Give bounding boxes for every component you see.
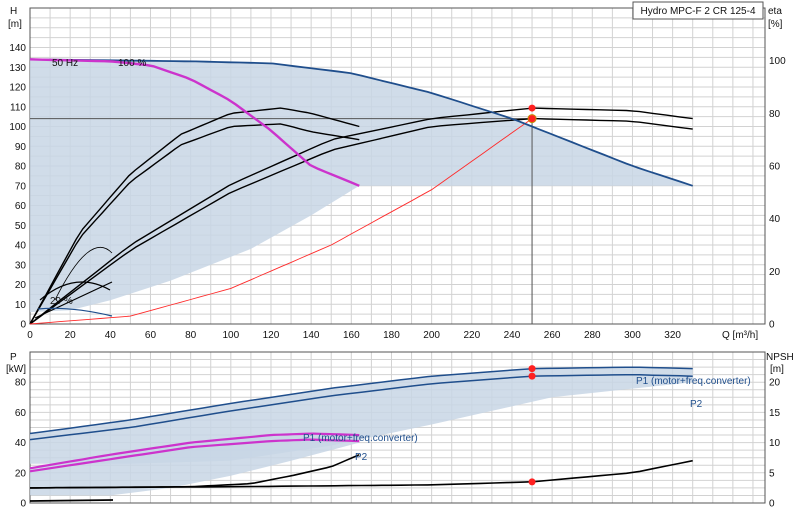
q-x-tick-label: 220: [463, 330, 480, 341]
npsh-point-marker: [528, 478, 536, 486]
efficiency-point-marker: [528, 104, 536, 112]
eta-y-tick-label: 20: [769, 267, 781, 278]
eta-y-tick-label: 100: [769, 56, 786, 67]
power-y-tick-label: 20: [15, 468, 27, 479]
npsh-y-tick-label: 0: [769, 499, 775, 510]
head-y-tick-label: 0: [20, 320, 26, 331]
q-x-tick-label: 160: [343, 330, 360, 341]
head-y-tick-label: 60: [15, 201, 27, 212]
efficiency-point-marker: [528, 115, 536, 123]
eta-y-tick-label: 60: [769, 162, 781, 173]
head-y-tick-label: 120: [9, 83, 26, 94]
head-y-tick-label: 130: [9, 63, 26, 74]
eta-y-tick-label: 0: [769, 320, 775, 331]
q-x-tick-label: 200: [423, 330, 440, 341]
frequency-label: 50 Hz: [52, 58, 78, 69]
q-x-tick-label: 180: [383, 330, 400, 341]
p1-one-pump-label: P1 (motor+freq.converter): [303, 433, 418, 444]
power-y-tick-label: 80: [15, 378, 27, 389]
q-x-tick-label: 260: [544, 330, 561, 341]
q-x-tick-label: 140: [303, 330, 320, 341]
q-x-tick-label: 0: [27, 330, 33, 341]
power-axis-unit: [kW]: [6, 364, 26, 375]
q-axis-label: Q [m³/h]: [722, 330, 758, 341]
eta-axis-unit: [%]: [768, 19, 783, 30]
power-y-tick-label: 40: [15, 438, 27, 449]
power-point-marker: [528, 372, 536, 380]
q-x-tick-label: 120: [263, 330, 280, 341]
eta-y-tick-label: 80: [769, 109, 781, 120]
head-y-tick-label: 110: [10, 102, 26, 113]
q-x-tick-label: 80: [185, 330, 197, 341]
head-y-tick-label: 40: [15, 241, 27, 252]
eta-axis-label: eta: [768, 6, 782, 17]
npsh-y-tick-label: 10: [769, 438, 781, 449]
q-x-tick-label: 300: [624, 330, 641, 341]
npsh-y-tick-label: 5: [769, 468, 775, 479]
q-x-tick-label: 60: [145, 330, 157, 341]
head-y-tick-label: 90: [15, 142, 27, 153]
power-y-tick-label: 0: [20, 499, 26, 510]
eta-y-tick-label: 40: [769, 214, 781, 225]
q-x-tick-label: 240: [504, 330, 521, 341]
head-axis-label: H: [10, 6, 17, 17]
chart-canvas: 0102030405060708090100110120130140020406…: [6, 1, 794, 510]
p2-one-pump-label: P2: [355, 452, 368, 463]
head-y-tick-label: 10: [15, 300, 27, 311]
head-axis-unit: [m]: [8, 19, 22, 30]
pump-performance-chart: 0 10 20 30 40 50 60 70 80 90 100 110 120 130 140 0 20 40 6…: [0, 0, 800, 520]
q-x-tick-label: 20: [65, 330, 77, 341]
npsh-axis-unit: [m]: [770, 364, 784, 375]
head-y-tick-label: 70: [15, 181, 27, 192]
head-y-tick-label: 100: [9, 122, 26, 133]
min-speed-label: 29 %: [50, 296, 73, 307]
head-y-tick-label: 140: [9, 43, 26, 54]
q-x-tick-label: 320: [664, 330, 681, 341]
chart-title: Hydro MPC-F 2 CR 125-4: [640, 6, 755, 17]
head-y-tick-label: 80: [15, 162, 27, 173]
p1-two-pumps-label: P1 (motor+freq.converter): [636, 376, 751, 387]
p2-two-pumps-label: P2: [690, 399, 703, 410]
q-x-tick-label: 100: [222, 330, 239, 341]
head-y-tick-label: 20: [15, 280, 27, 291]
q-x-tick-label: 40: [105, 330, 117, 341]
npsh-y-tick-label: 15: [769, 408, 781, 419]
min-speed-power-curve: [29, 499, 114, 502]
power-y-tick-label: 60: [15, 408, 27, 419]
q-x-tick-label: 280: [584, 330, 601, 341]
power-axis-label: P: [10, 352, 17, 363]
head-y-tick-label: 30: [15, 260, 27, 271]
max-speed-label: 100 %: [118, 58, 146, 69]
power-point-marker: [528, 365, 536, 373]
head-y-tick-label: 50: [15, 221, 27, 232]
npsh-axis-label: NPSH: [766, 352, 794, 363]
npsh-y-tick-label: 20: [769, 378, 781, 389]
